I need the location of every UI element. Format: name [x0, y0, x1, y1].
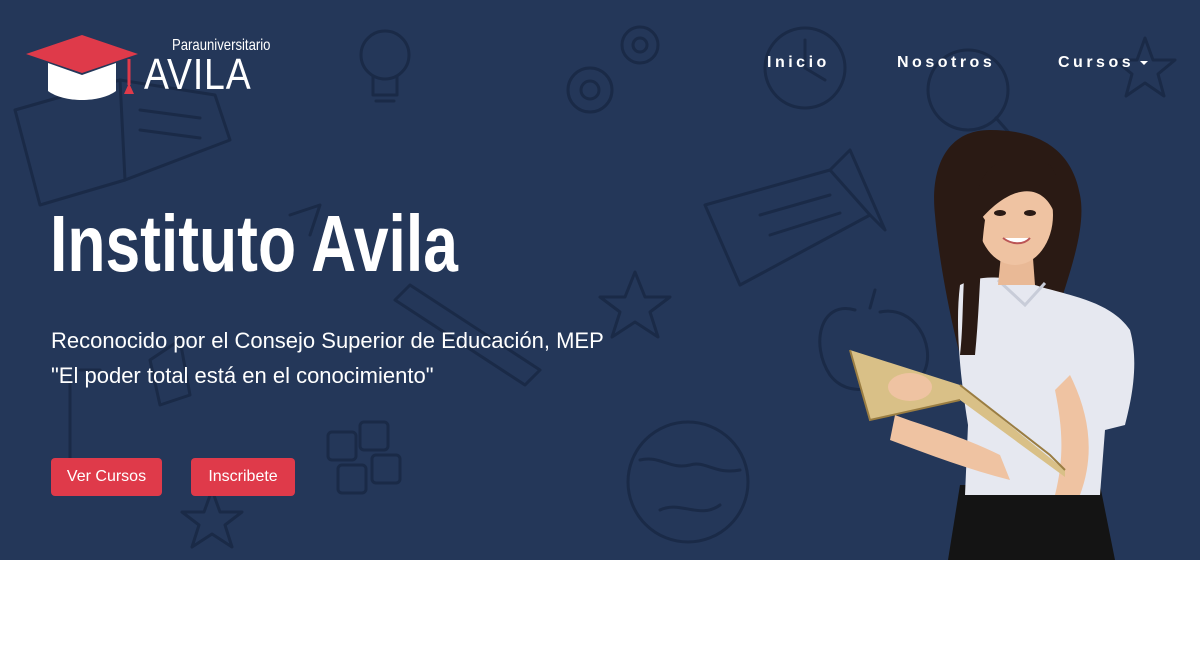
- hero-subtitle: Reconocido por el Consejo Superior de Ed…: [51, 328, 604, 353]
- chevron-down-icon: [1140, 60, 1149, 65]
- star-icon: [180, 488, 244, 549]
- nav-item-nosotros[interactable]: Nosotros: [897, 54, 995, 72]
- hero-title: Instituto Avila: [50, 199, 458, 288]
- nav-item-inicio[interactable]: Inicio: [767, 54, 830, 72]
- ver-cursos-button[interactable]: Ver Cursos: [51, 458, 162, 496]
- calculator-icon: [326, 420, 402, 495]
- student-photo: [849, 130, 1135, 560]
- graduation-cap-icon: [26, 35, 138, 100]
- star-icon: [598, 270, 672, 339]
- lightbulb-icon: [359, 29, 411, 103]
- hero-tagline: "El poder total está en el conocimiento": [51, 363, 434, 388]
- nav-item-label: Nosotros: [897, 54, 996, 71]
- brand-logo[interactable]: Parauniversitario AVILA: [24, 33, 270, 103]
- nav-item-cursos[interactable]: Cursos: [1058, 54, 1149, 72]
- globe-icon: [626, 420, 750, 544]
- nav-item-label: Cursos: [1058, 54, 1135, 71]
- gear-icon: [566, 25, 660, 114]
- inscribete-button[interactable]: Inscribete: [191, 458, 295, 496]
- hero-section: Parauniversitario AVILA Inicio Nosotros …: [0, 0, 1200, 560]
- nav-item-label: Inicio: [767, 54, 830, 71]
- brand-name: AVILA: [144, 50, 252, 99]
